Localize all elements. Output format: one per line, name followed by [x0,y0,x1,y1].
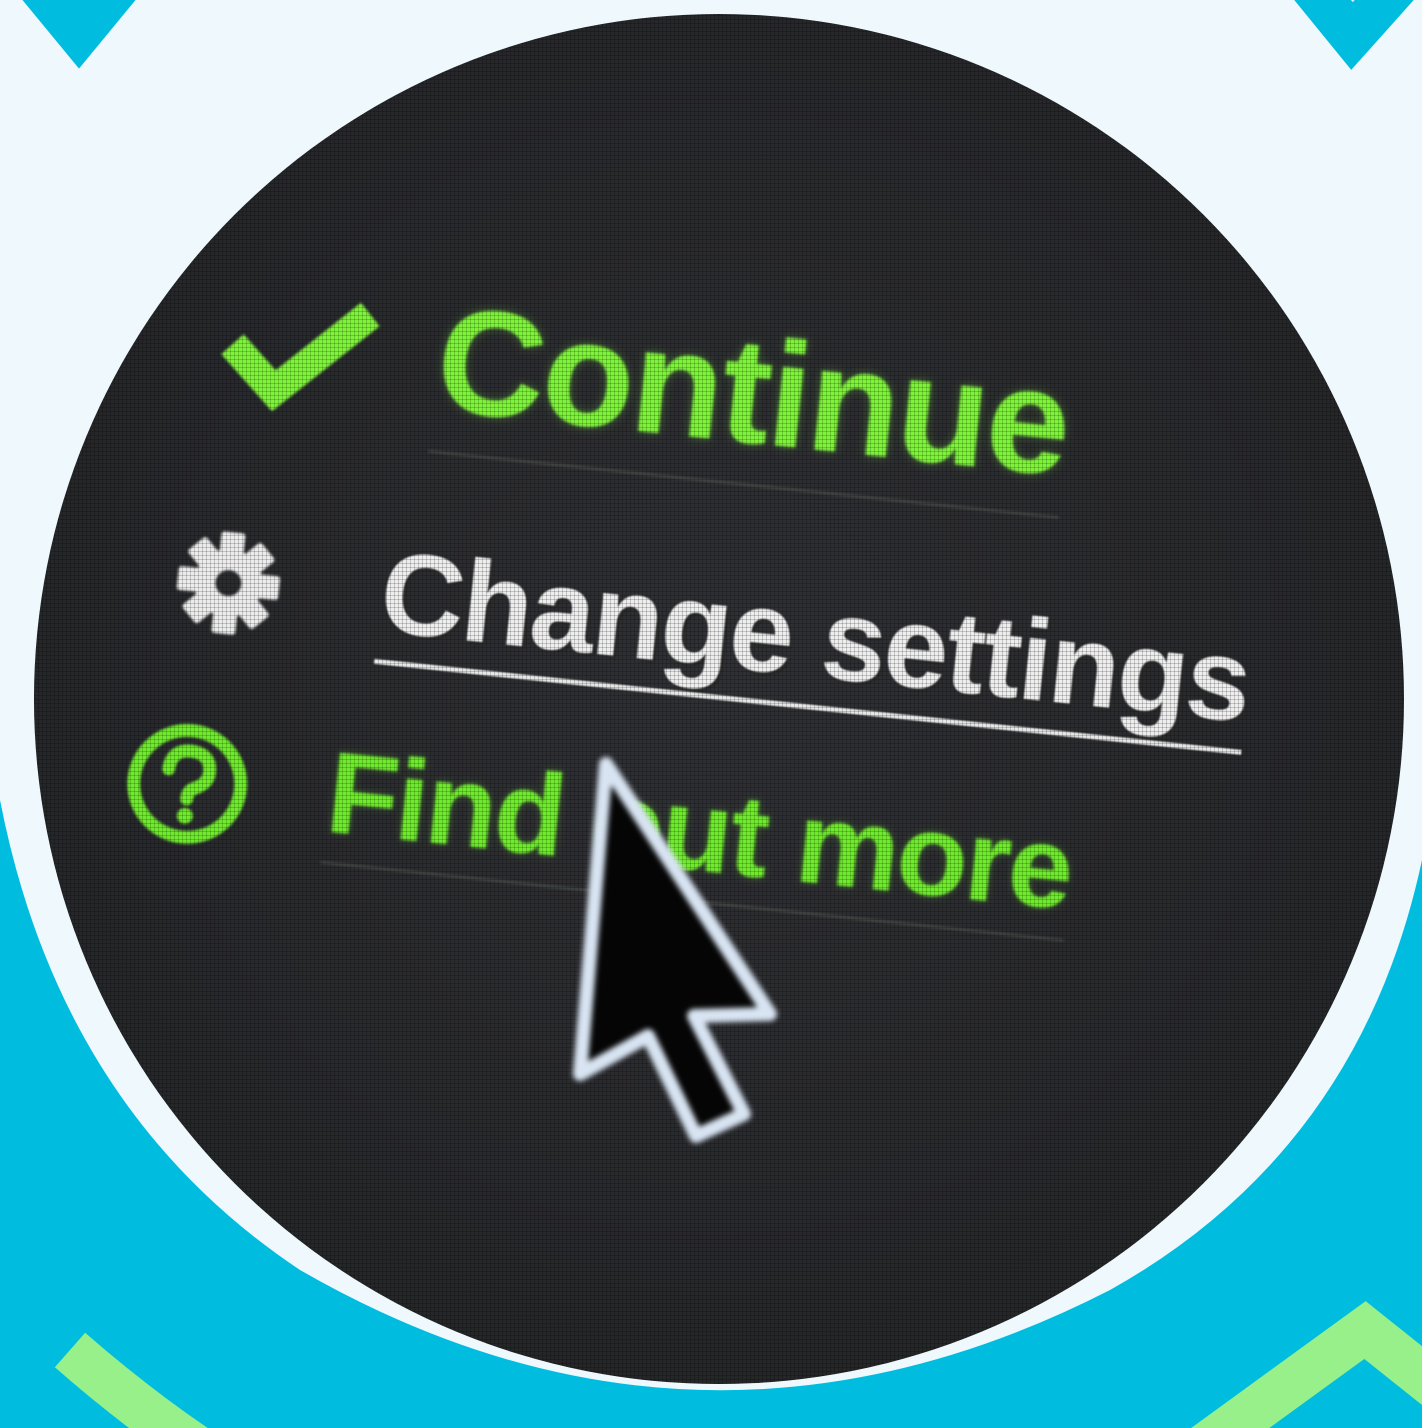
menu-item-continue[interactable]: Continue [209,260,1077,519]
menu: Continue Change settings Find out more [34,14,1404,1384]
checkmark-icon [212,285,384,421]
menu-item-continue-label[interactable]: Continue [428,274,1077,519]
gear-icon [168,522,289,643]
help-icon [116,712,259,855]
screen-closeup: Continue Change settings Find out more [34,14,1404,1384]
mouse-pointer-icon [573,757,777,1143]
menu-item-change-settings[interactable]: Change settings [167,512,1256,755]
menu-item-change-settings-label[interactable]: Change settings [373,526,1256,755]
